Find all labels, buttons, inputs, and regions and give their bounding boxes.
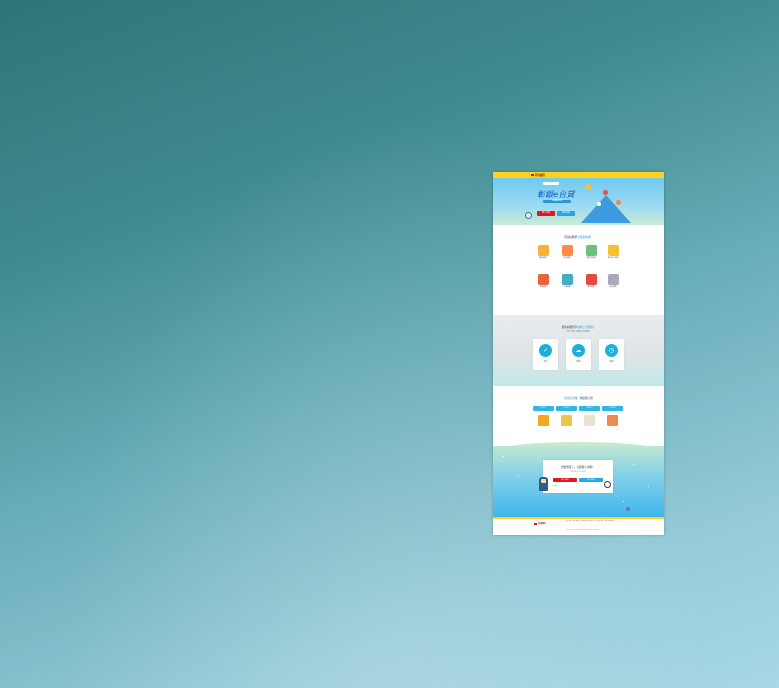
loan-type-item[interactable]: 購屋貸款 [535,245,551,259]
sparkle [648,486,649,487]
footer-copyright: Copyright © Chang Hwa Bank. All Rights R… [566,530,600,531]
hero-apply-button[interactable]: 線上申辦 [537,211,555,216]
home-repair-icon [537,274,549,285]
footer-links[interactable]: 客戶服務 | 隱私權政策 | 網站地圖 | 聯絡我們 | 資訊安全政策 | 金融… [566,521,626,523]
loan-type-item[interactable]: 汽車貸款 [559,274,575,288]
feature-card-safe[interactable]: ✓ 安全 [533,339,558,370]
webpage-preview: 彰化銀行 一 + 一 彰銀e台貸 好康報你知 線上申辦 貸款試算 ‹ 貸款好簡單… [493,172,664,535]
balloon-icon [585,184,591,190]
cta-apply-button[interactable]: 線上申辦 [553,478,577,482]
section2-title: 貸款好簡單申請線上全程辦！ [561,326,596,329]
mountain-illustration [581,195,631,223]
house-icon [537,245,549,256]
person-icon [585,274,597,285]
clock-icon: ◷ [605,344,618,357]
magnifier-icon [604,481,611,488]
bank-logo-icon [534,522,537,525]
loan-type-item[interactable]: 消費貸款 [583,274,599,288]
footer-logo-text: 彰化銀行 [538,523,547,525]
sparkle [633,464,634,465]
balloon-icon [603,190,608,195]
cta-consult-button[interactable]: 線上諮詢 [579,478,603,482]
section1-title: 貸款好簡單方案隨你選！ [564,236,593,239]
chart-icon [561,245,573,256]
document-icon [607,274,619,285]
loan-type-label: 理財型房貸 [586,257,596,259]
gift-icon [607,245,619,256]
hero-badge: 一 + 一 [543,182,559,185]
loan-type-item[interactable]: 房屋修繕 [535,274,551,288]
bank-logo-icon [531,174,534,176]
paper-icon [584,415,595,426]
features-section: 貸款好簡單申請線上全程辦！ 線上申請 免臨櫃 省時便利 ✓ 安全 ☁ 便利 ◷ … [493,315,664,386]
sparkle [623,501,624,502]
shield-icon: ✓ [539,344,552,357]
step-3-tag: STEP 3 [579,406,600,411]
cloud-icon: ☁ [572,344,585,357]
sparkle [503,456,504,457]
apply-cta-section: 想要申貸了，立即線上申辦！ 彰化銀行 全心全意 線上申辦 線上諮詢 注意事項 [493,446,664,517]
car-icon [561,274,573,285]
balloon-icon [597,202,601,206]
loan-type-item[interactable]: 青年安心成家 [605,245,621,259]
header-logo-text: 彰化銀行 [535,173,546,177]
loan-type-item[interactable]: 理財型房貸 [583,245,599,259]
step-1-tag: STEP 1 [533,406,554,411]
building-icon [585,245,597,256]
step-2-tag: STEP 2 [556,406,577,411]
section3-title: 貸款四步驟．輕鬆線上辦 [564,397,593,400]
balloon-icon [616,200,621,205]
loan-type-label: 購屋貸款 [539,257,547,259]
apply-cta-box: 想要申貸了，立即線上申辦！ 彰化銀行 全心全意 線上申辦 線上諮詢 注意事項 [543,460,613,493]
loan-types-section: 貸款好簡單方案隨你選！ 購屋貸款 信用貸款 理財型房貸 青年安心成家房屋修繕 汽車貸款 消… [493,225,664,315]
mascot-illustration [539,477,548,491]
loan-type-item[interactable]: 信用貸款 [559,245,575,259]
feature-card-label: 安全 [543,361,548,363]
steps-section: 貸款四步驟．輕鬆線上辦 STEP 1 STEP 2 STEP 3 STEP 4 [493,386,664,446]
feature-card-fast[interactable]: ◷ 快速 [599,339,624,370]
clipboard-icon [561,415,572,426]
loan-type-label: 信用貸款 [563,257,571,259]
cta-note: 彰化銀行 全心全意 [570,471,586,473]
loan-type-label: 青年安心成家 [607,257,619,259]
loan-type-label: 其他貸款 [609,286,617,288]
footer: 彰化銀行 客戶服務 | 隱私權政策 | 網站地圖 | 聯絡我們 | 資訊安全政策… [493,519,664,535]
hero-title: 彰銀e台貸 [537,190,575,199]
feature-card-label: 便利 [576,361,581,363]
hero-banner: 一 + 一 彰銀e台貸 好康報你知 線上申辦 貸款試算 [493,178,664,225]
go-top-icon[interactable] [626,507,630,511]
loan-type-label: 房屋修繕 [539,286,547,288]
header-logo[interactable]: 彰化銀行 [531,174,545,177]
cta-fine-print: 注意事項 [552,486,558,487]
feature-card-convenient[interactable]: ☁ 便利 [566,339,591,370]
loan-type-label: 汽車貸款 [563,286,571,288]
cta-question: 想要申貸了，立即線上申辦！ [561,466,595,469]
step-4-tag: STEP 4 [602,406,623,411]
calendar-icon [607,415,618,426]
feature-card-label: 快速 [609,361,614,363]
section2-subtitle: 線上申請 免臨櫃 省時便利 [566,331,591,333]
hero-subtitle: 好康報你知 [543,200,571,203]
monitor-icon [538,415,549,426]
hero-calculator-button[interactable]: 貸款試算 [557,211,575,216]
crest-icon [525,212,532,219]
footer-logo[interactable]: 彰化銀行 [534,522,546,525]
loan-type-label: 消費貸款 [587,286,595,288]
loan-type-item[interactable]: 其他貸款 [605,274,621,288]
sparkle [518,476,519,477]
